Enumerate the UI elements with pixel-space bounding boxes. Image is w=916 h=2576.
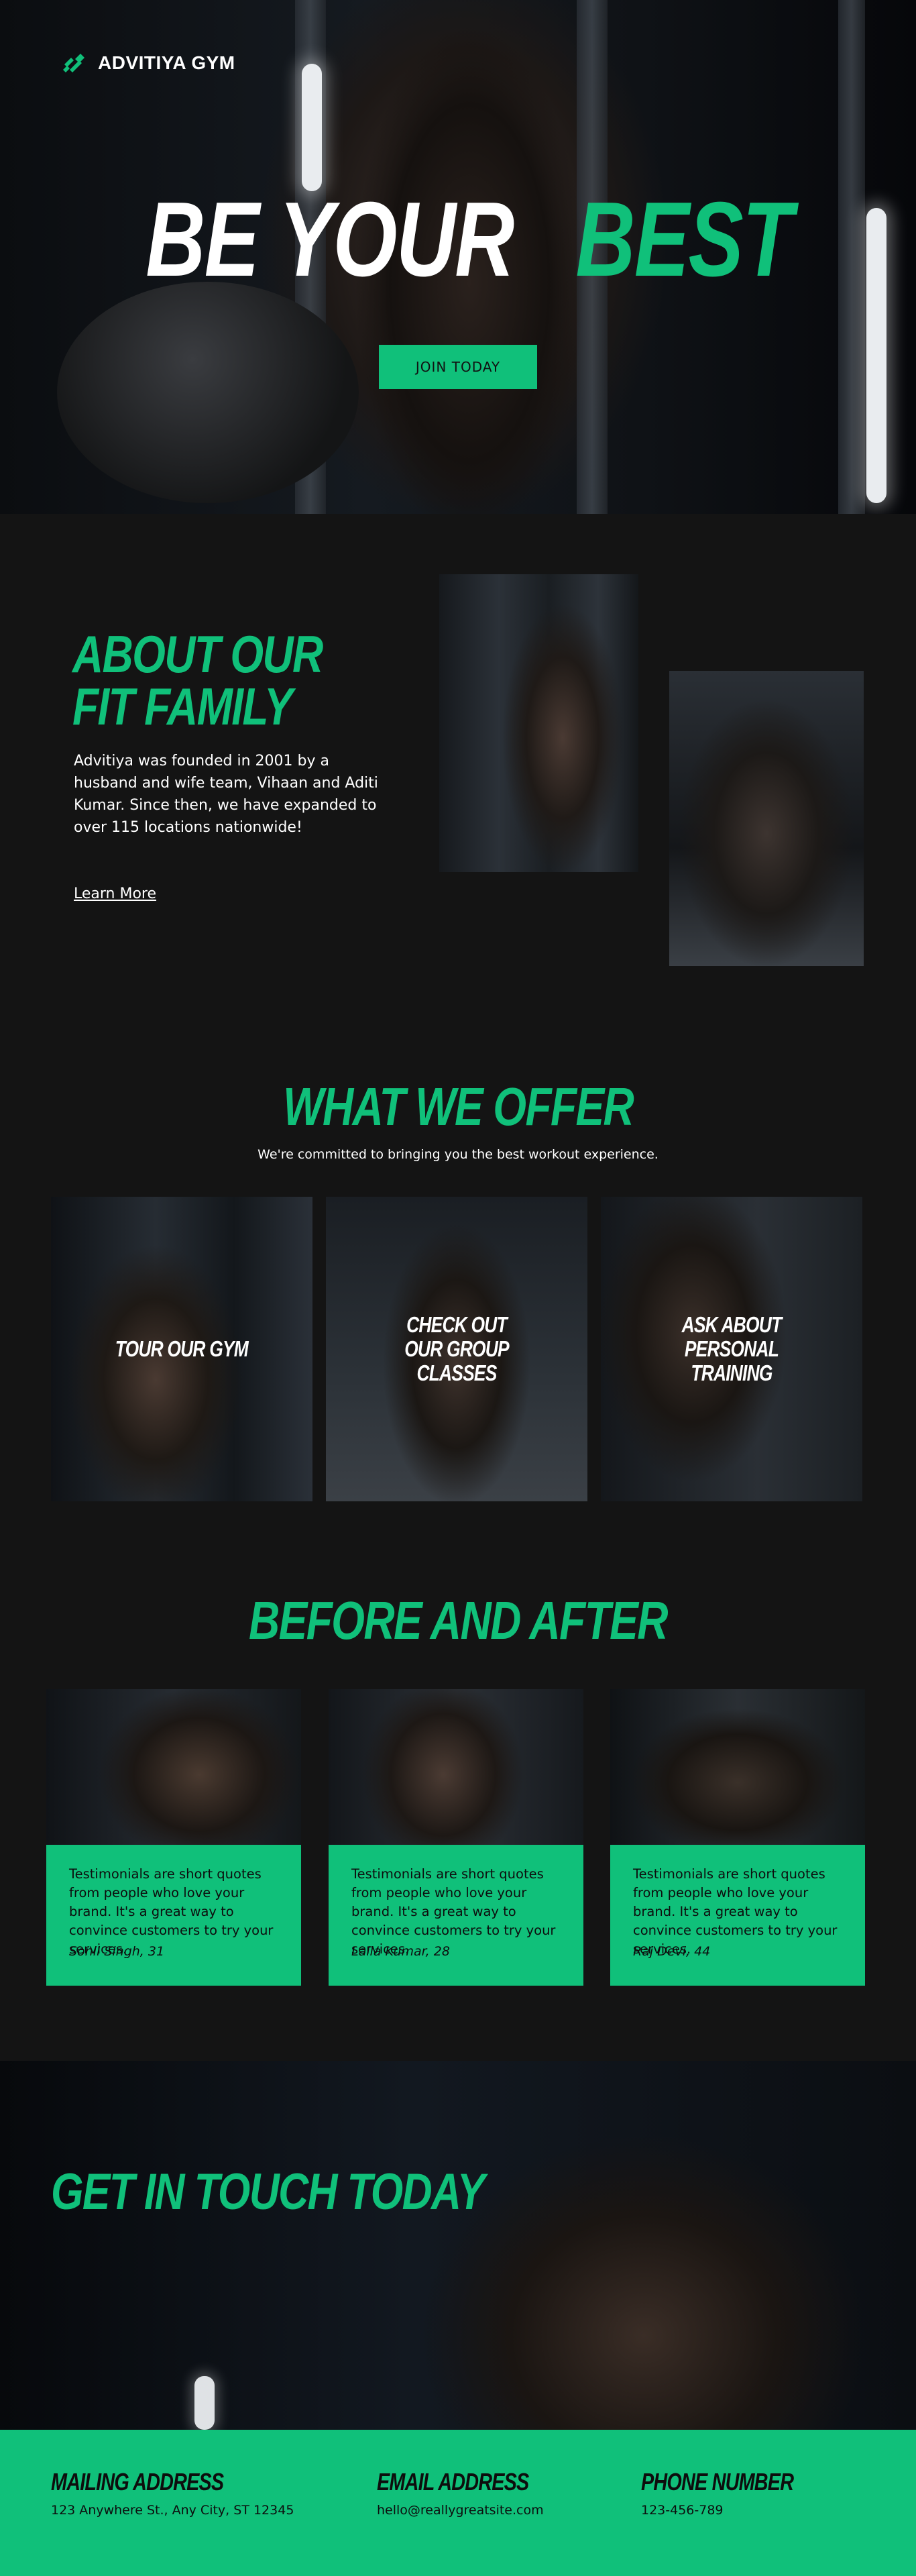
- testimonial-card: Testimonials are short quotes from peopl…: [329, 1689, 583, 1986]
- about-text: Advitiya was founded in 2001 by a husban…: [74, 753, 378, 836]
- light-tube: [194, 2376, 215, 2430]
- offer-card-training[interactable]: ASK ABOUT PERSONAL TRAINING: [601, 1197, 862, 1501]
- offer-card-label-text: ASK ABOUT PERSONAL TRAINING: [681, 1312, 783, 1385]
- email-label: EMAIL ADDRESS: [377, 2468, 529, 2496]
- testimonial-body: Testimonials are short quotes from peopl…: [46, 1845, 301, 1986]
- offer-title-text: WHAT WE OFFER: [283, 1077, 634, 1136]
- about-photo-trainer: [439, 574, 638, 872]
- learn-more-link[interactable]: Learn More: [74, 885, 156, 902]
- offer-subtitle: We're committed to bringing you the best…: [257, 1147, 659, 1162]
- about-photo-duo: [669, 671, 864, 966]
- hero-title-green: BEST: [575, 180, 793, 299]
- medicine-ball: [57, 282, 359, 503]
- offer-card-label: ASK ABOUT PERSONAL TRAINING: [651, 1313, 812, 1385]
- testimonial-photo: [46, 1689, 301, 1845]
- logo[interactable]: ADVITIYA GYM: [62, 50, 235, 76]
- testimonial-name: Raj Devi, 44: [633, 1944, 711, 1959]
- offer-card-tour[interactable]: TOUR OUR GYM: [51, 1197, 312, 1501]
- hero-section: ADVITIYA GYM BE YOUR BEST JOIN TODAY: [0, 0, 916, 514]
- testimonial-photo: [610, 1689, 865, 1845]
- light-tube: [302, 64, 322, 191]
- before-after-title: BEFORE AND AFTER: [0, 1594, 916, 1648]
- offer-card-classes[interactable]: CHECK OUT OUR GROUP CLASSES: [326, 1197, 587, 1501]
- contact-title-text: GET IN TOUCH TODAY: [51, 2163, 485, 2220]
- phone-label: PHONE NUMBER: [641, 2468, 794, 2496]
- hero-title: BE YOUR BEST: [0, 186, 916, 292]
- email-value[interactable]: hello@reallygreatsite.com: [377, 2503, 567, 2518]
- brand-name: ADVITIYA GYM: [98, 52, 235, 73]
- before-after-title-text: BEFORE AND AFTER: [249, 1591, 668, 1650]
- about-section: ABOUT OUR FIT FAMILY Advitiya was founde…: [0, 514, 916, 1028]
- mailing-address: MAILING ADDRESS 123 Anywhere St., Any Ci…: [51, 2469, 294, 2518]
- hero-title-white: BE YOUR: [146, 180, 514, 299]
- footer: MAILING ADDRESS 123 Anywhere St., Any Ci…: [0, 2430, 916, 2576]
- about-title: ABOUT OUR FIT FAMILY: [72, 628, 421, 733]
- email-address: EMAIL ADDRESS hello@reallygreatsite.com: [377, 2469, 567, 2518]
- offer-title: WHAT WE OFFER: [0, 1080, 916, 1134]
- testimonial-name: Sonil Singh, 31: [69, 1944, 165, 1959]
- testimonial-body: Testimonials are short quotes from peopl…: [329, 1845, 583, 1986]
- mailing-value: 123 Anywhere St., Any City, ST 12345: [51, 2503, 294, 2518]
- offer-card-label-text: CHECK OUT OUR GROUP CLASSES: [404, 1312, 509, 1385]
- join-today-button[interactable]: JOIN TODAY: [379, 345, 537, 389]
- offer-card-label: CHECK OUT OUR GROUP CLASSES: [390, 1313, 524, 1385]
- testimonial-name: Laila Kumar, 28: [351, 1944, 450, 1959]
- offer-card-label-text: TOUR OUR GYM: [115, 1336, 249, 1361]
- about-title-text: ABOUT OUR FIT FAMILY: [72, 625, 323, 736]
- logo-icon: [63, 54, 84, 72]
- testimonial-photo: [329, 1689, 583, 1845]
- testimonial-card: Testimonials are short quotes from peopl…: [610, 1689, 865, 1986]
- contact-photo: [0, 2061, 916, 2430]
- mailing-label: MAILING ADDRESS: [51, 2468, 224, 2496]
- phone-number: PHONE NUMBER 123-456-789: [641, 2469, 832, 2518]
- phone-value[interactable]: 123-456-789: [641, 2503, 832, 2518]
- contact-title: GET IN TOUCH TODAY: [51, 2167, 579, 2218]
- offer-card-label: TOUR OUR GYM: [51, 1337, 312, 1361]
- testimonial-card: Testimonials are short quotes from peopl…: [46, 1689, 301, 1986]
- testimonial-body: Testimonials are short quotes from peopl…: [610, 1845, 865, 1986]
